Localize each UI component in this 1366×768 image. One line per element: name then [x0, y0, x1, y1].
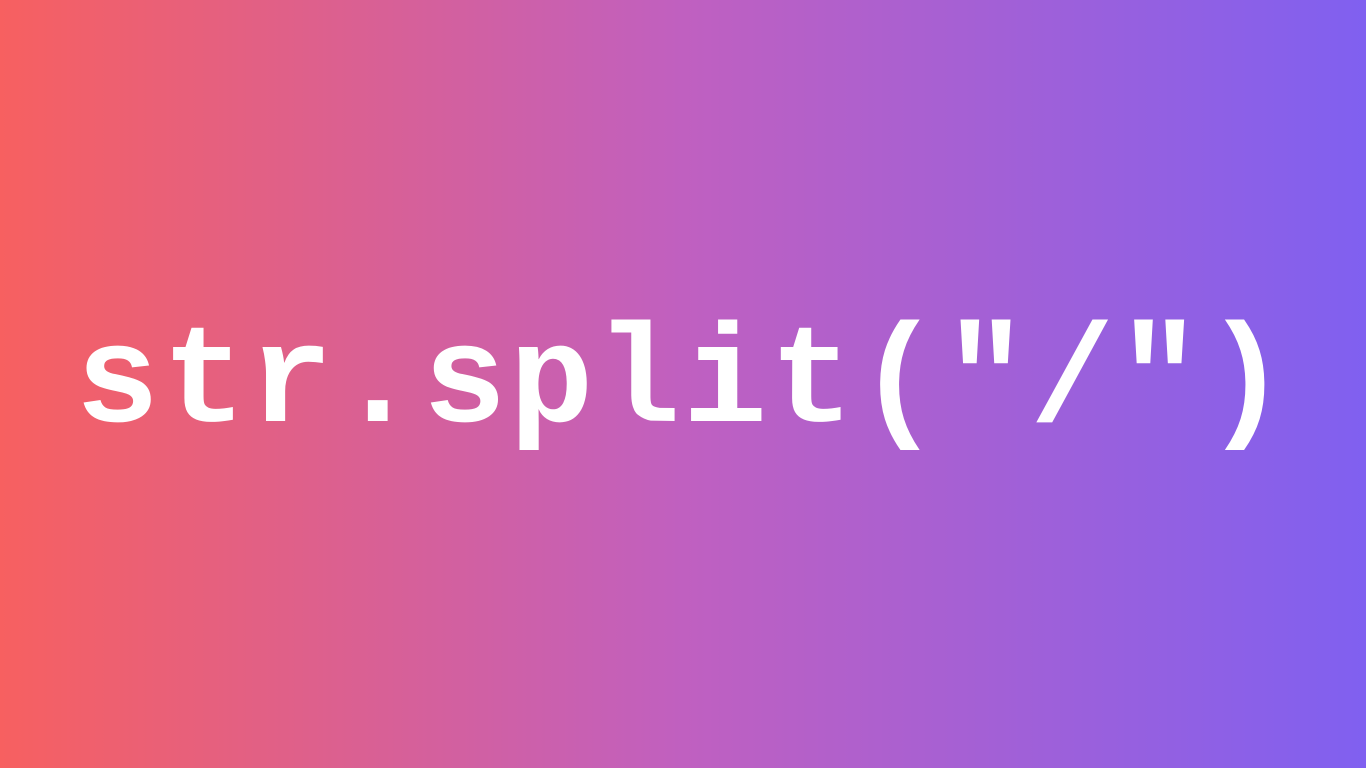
- code-snippet-text: str.split("/"): [75, 305, 1290, 464]
